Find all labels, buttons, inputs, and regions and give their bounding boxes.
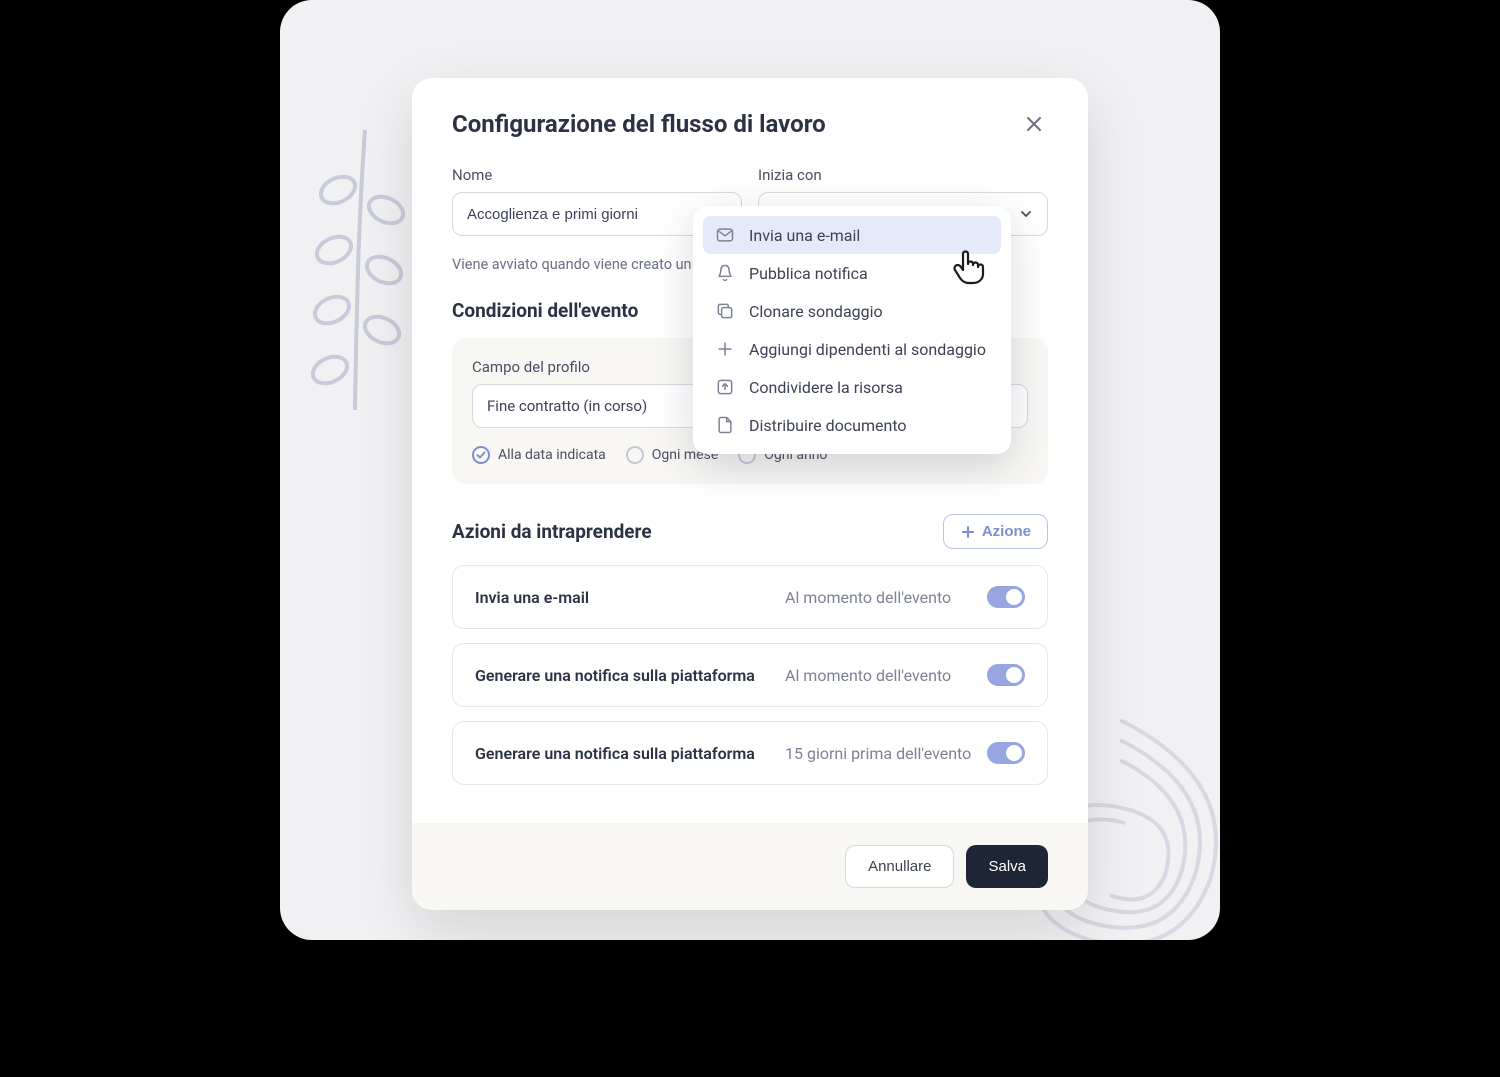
chevron-down-icon (1019, 207, 1033, 221)
dropdown-item-label: Distribuire documento (749, 416, 907, 435)
start-label: Inizia con (758, 166, 1048, 184)
dropdown-item-label: Aggiungi dipendenti al sondaggio (749, 340, 986, 359)
action-toggle[interactable] (987, 586, 1025, 608)
dropdown-item-share-resource[interactable]: Condividere la risorsa (703, 368, 1001, 406)
dropdown-item-publish-notification[interactable]: Pubblica notifica (703, 254, 1001, 292)
cancel-button[interactable]: Annullare (845, 845, 954, 888)
dropdown-item-send-email[interactable]: Invia una e-mail (703, 216, 1001, 254)
profile-field-value: Fine contratto (in corso) (487, 397, 647, 415)
dropdown-item-clone-survey[interactable]: Clonare sondaggio (703, 292, 1001, 330)
close-icon (1024, 114, 1044, 134)
action-name: Generare una notifica sulla piattaforma (475, 666, 785, 685)
action-card: Generare una notifica sulla piattaforma … (452, 643, 1048, 707)
add-action-label: Azione (982, 523, 1031, 540)
modal-footer: Annullare Salva (412, 823, 1088, 910)
action-toggle[interactable] (987, 664, 1025, 686)
radio-on-date[interactable]: Alla data indicata (472, 446, 606, 464)
dropdown-item-label: Pubblica notifica (749, 264, 868, 283)
dropdown-item-distribute-document[interactable]: Distribuire documento (703, 406, 1001, 444)
app-canvas: Configurazione del flusso di lavoro Nome… (280, 0, 1220, 940)
plus-icon (960, 524, 976, 540)
close-button[interactable] (1020, 110, 1048, 138)
actions-header: Azioni da intraprendere Azione (452, 514, 1048, 549)
actions-title: Azioni da intraprendere (452, 520, 652, 543)
dropdown-item-label: Condividere la risorsa (749, 378, 903, 397)
action-name: Invia una e-mail (475, 588, 785, 607)
workflow-config-modal: Configurazione del flusso di lavoro Nome… (412, 78, 1088, 910)
bell-icon (715, 263, 735, 283)
action-timing: Al momento dell'evento (785, 588, 987, 607)
add-action-button[interactable]: Azione (943, 514, 1048, 549)
plus-icon (715, 339, 735, 359)
action-type-dropdown: Invia una e-mail Pubblica notifica Clona… (693, 206, 1011, 454)
modal-header: Configurazione del flusso di lavoro (412, 78, 1088, 146)
dropdown-item-add-employees[interactable]: Aggiungi dipendenti al sondaggio (703, 330, 1001, 368)
copy-icon (715, 301, 735, 321)
mail-icon (715, 225, 735, 245)
radio-label: Alla data indicata (498, 447, 606, 463)
action-timing: Al momento dell'evento (785, 666, 987, 685)
dropdown-item-label: Clonare sondaggio (749, 302, 883, 321)
dropdown-item-label: Invia una e-mail (749, 226, 860, 245)
modal-title: Configurazione del flusso di lavoro (452, 110, 826, 138)
document-icon (715, 415, 735, 435)
action-card: Invia una e-mail Al momento dell'evento (452, 565, 1048, 629)
check-icon (475, 449, 487, 461)
action-name: Generare una notifica sulla piattaforma (475, 744, 785, 763)
share-icon (715, 377, 735, 397)
action-timing: 15 giorni prima dell'evento (785, 744, 987, 763)
action-toggle[interactable] (987, 742, 1025, 764)
save-button[interactable]: Salva (966, 845, 1048, 888)
name-label: Nome (452, 166, 742, 184)
action-card: Generare una notifica sulla piattaforma … (452, 721, 1048, 785)
